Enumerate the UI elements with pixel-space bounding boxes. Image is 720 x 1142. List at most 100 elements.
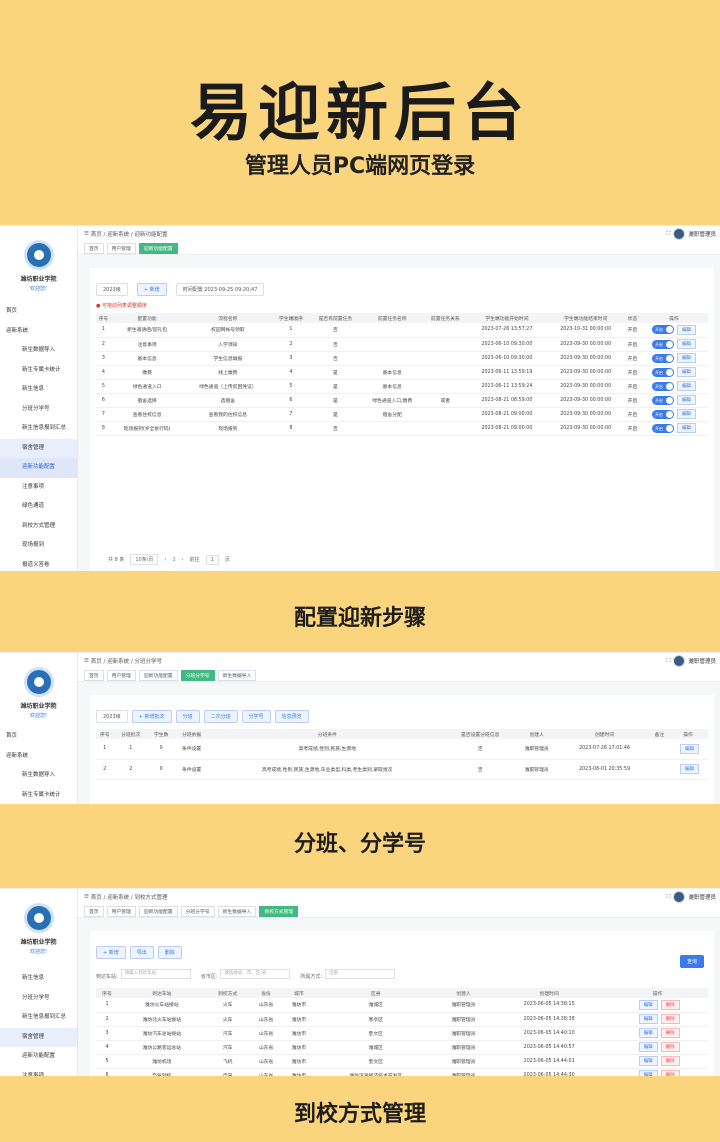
status-switch[interactable]: 开启: [651, 339, 674, 349]
year-select[interactable]: 2023级: [96, 283, 128, 296]
edit-button[interactable]: 编辑: [638, 1027, 658, 1038]
breadcrumb-item[interactable]: 迎新系统: [107, 232, 129, 238]
menu-toggle-icon[interactable]: ☰: [84, 231, 89, 237]
time-config-button[interactable]: 时间配置 2023-09-25 09:20:47: [175, 283, 265, 296]
sidebar-item[interactable]: 新生信息报到汇总: [0, 1008, 77, 1028]
delete-button[interactable]: 删除: [660, 1014, 680, 1025]
sidebar-item[interactable]: 宿舍管理: [0, 438, 77, 458]
sidebar-item[interactable]: 注意事项: [0, 1067, 77, 1077]
tab-5[interactable]: 到校方式管理: [259, 905, 299, 917]
tab-2[interactable]: 迎新功能配置: [138, 669, 178, 681]
pager-next-icon[interactable]: ›: [182, 557, 184, 563]
sidebar-item[interactable]: 迎新系统: [0, 322, 77, 342]
pager-page[interactable]: 1: [172, 557, 175, 563]
pager-goto-input[interactable]: 1: [205, 554, 219, 565]
sidebar-item[interactable]: 迎新功能配置: [0, 1047, 77, 1067]
fullscreen-icon[interactable]: ⛶: [667, 231, 671, 238]
pager-size-select[interactable]: 10条/页: [130, 554, 159, 565]
toolbar-button[interactable]: 分学号: [241, 710, 271, 723]
delete-button[interactable]: 删除: [660, 1056, 680, 1067]
sidebar-item[interactable]: 分班分学号: [0, 400, 77, 420]
pager-prev-icon[interactable]: ‹: [164, 557, 166, 563]
breadcrumb-item[interactable]: 迎新系统: [107, 659, 129, 665]
edit-button[interactable]: 编辑: [676, 409, 696, 419]
sidebar-item[interactable]: 新生专属卡统计: [0, 786, 77, 805]
status-switch[interactable]: 开启: [651, 353, 674, 363]
status-switch[interactable]: 开启: [651, 409, 674, 419]
breadcrumb-item[interactable]: 迎新系统: [107, 895, 129, 901]
status-switch[interactable]: 开启: [651, 395, 674, 405]
sidebar-item[interactable]: 新生数据导入: [0, 766, 77, 786]
filter-input[interactable]: 请输入到达车站: [120, 968, 191, 979]
toolbar-button[interactable]: 信息预览: [274, 710, 309, 723]
delete-button[interactable]: 删除: [660, 1042, 680, 1053]
fullscreen-icon[interactable]: ⛶: [667, 658, 671, 665]
sidebar-item[interactable]: 迎新功能配置: [0, 458, 77, 478]
user-name[interactable]: 潍职管理员: [688, 230, 716, 238]
status-switch[interactable]: 开启: [651, 367, 674, 377]
edit-button[interactable]: 编辑: [638, 1069, 658, 1076]
toolbar-button[interactable]: 导出: [129, 946, 154, 959]
status-switch[interactable]: 开启: [651, 423, 674, 433]
sidebar-item[interactable]: 新生信息: [0, 969, 77, 989]
breadcrumb-item[interactable]: 首页: [91, 895, 102, 901]
edit-button[interactable]: 编辑: [676, 324, 696, 335]
tab-0[interactable]: 首页: [84, 242, 104, 254]
avatar[interactable]: [673, 228, 686, 240]
sidebar-item[interactable]: 到校方式管理: [0, 517, 77, 537]
year-select[interactable]: 2023级: [96, 710, 128, 723]
sidebar-item[interactable]: 绿色通道: [0, 497, 77, 517]
sidebar-item[interactable]: 首页: [0, 302, 77, 322]
edit-button[interactable]: 编辑: [680, 764, 700, 774]
user-name[interactable]: 潍职管理员: [688, 893, 716, 901]
edit-button[interactable]: 编辑: [676, 395, 696, 405]
edit-button[interactable]: 编辑: [676, 423, 696, 433]
tab-0[interactable]: 首页: [84, 905, 104, 917]
breadcrumb-item[interactable]: 首页: [91, 232, 102, 238]
tab-1[interactable]: 用户管理: [106, 669, 136, 681]
toolbar-button[interactable]: + 新增: [96, 946, 126, 959]
delete-button[interactable]: 删除: [660, 1028, 680, 1039]
sidebar-item[interactable]: 宿舍管理: [0, 1027, 77, 1047]
tab-3[interactable]: 分班分学号: [180, 669, 215, 681]
edit-button[interactable]: 编辑: [676, 339, 696, 349]
tab-2[interactable]: 迎新功能配置: [138, 242, 178, 254]
edit-button[interactable]: 编辑: [638, 1055, 658, 1066]
toolbar-button[interactable]: 分班: [175, 710, 200, 723]
search-button[interactable]: 查询: [679, 955, 704, 968]
edit-button[interactable]: 编辑: [676, 381, 696, 391]
avatar[interactable]: [673, 891, 686, 903]
edit-button[interactable]: 编辑: [638, 1013, 658, 1024]
tab-4[interactable]: 新生数据导入: [217, 905, 257, 917]
sidebar-item[interactable]: 报道义答卷: [0, 556, 77, 572]
edit-button[interactable]: 编辑: [680, 743, 700, 754]
edit-button[interactable]: 编辑: [638, 1041, 658, 1052]
tab-4[interactable]: 新生数据导入: [217, 669, 257, 681]
sidebar-item[interactable]: 新生信息: [0, 380, 77, 400]
breadcrumb-item[interactable]: 首页: [91, 659, 102, 665]
toolbar-button[interactable]: + 新增批次: [131, 710, 172, 723]
toolbar-button[interactable]: 二次分班: [203, 710, 238, 723]
delete-button[interactable]: 删除: [660, 1070, 680, 1076]
tab-1[interactable]: 用户管理: [106, 905, 136, 917]
sidebar-item[interactable]: 新生信息报到汇总: [0, 419, 77, 439]
tab-1[interactable]: 用户管理: [106, 242, 136, 254]
filter-input[interactable]: 全部: [325, 968, 396, 979]
status-switch[interactable]: 开启: [651, 325, 674, 335]
sidebar-item[interactable]: 新生专属卡统计: [0, 361, 77, 381]
sidebar-item[interactable]: 注意事项: [0, 478, 77, 498]
sidebar-item[interactable]: 新生数据导入: [0, 341, 77, 361]
tab-0[interactable]: 首页: [84, 669, 104, 681]
sidebar-item[interactable]: 首页: [0, 727, 77, 747]
sidebar-item[interactable]: 迎新系统: [0, 747, 77, 767]
menu-toggle-icon[interactable]: ☰: [84, 658, 89, 664]
edit-button[interactable]: 编辑: [638, 999, 658, 1010]
fullscreen-icon[interactable]: ⛶: [667, 894, 671, 901]
add-button[interactable]: + 新增: [136, 283, 167, 296]
avatar[interactable]: [673, 655, 686, 667]
status-switch[interactable]: 开启: [651, 381, 674, 391]
tab-3[interactable]: 分班分学号: [180, 905, 215, 917]
user-name[interactable]: 潍职管理员: [688, 657, 716, 665]
toolbar-button[interactable]: 删除: [157, 946, 182, 959]
tab-2[interactable]: 迎新功能配置: [138, 905, 178, 917]
